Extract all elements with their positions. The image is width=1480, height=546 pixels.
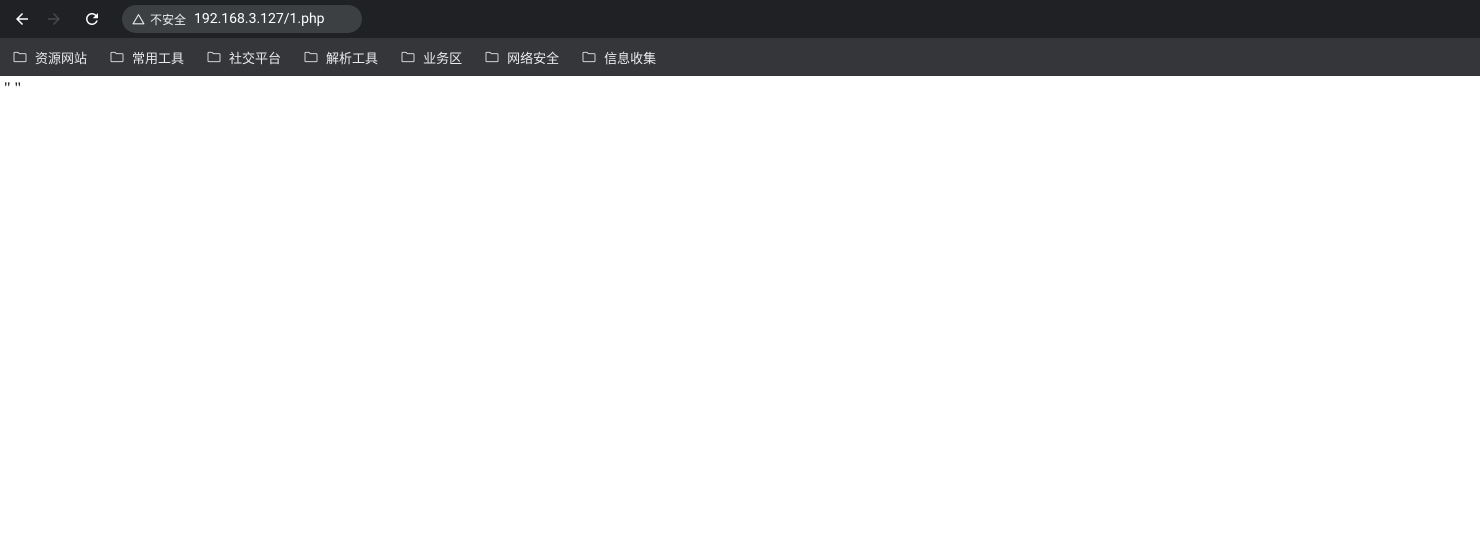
arrow-right-icon <box>45 10 63 28</box>
bookmark-label: 网络安全 <box>507 48 559 67</box>
url-text: 192.168.3.127/1.php <box>194 11 337 27</box>
forward-button[interactable] <box>40 5 68 33</box>
reload-button[interactable] <box>78 5 106 33</box>
bookmark-label: 社交平台 <box>229 48 281 67</box>
folder-icon <box>109 49 125 65</box>
security-indicator[interactable]: 不安全 <box>132 11 186 28</box>
folder-icon <box>400 49 416 65</box>
arrow-left-icon <box>13 10 31 28</box>
address-bar[interactable]: 不安全 192.168.3.127/1.php <box>122 5 362 33</box>
bookmark-folder-resources[interactable]: 资源网站 <box>10 44 89 71</box>
folder-icon <box>12 49 28 65</box>
bookmark-label: 常用工具 <box>132 48 184 67</box>
reload-icon <box>83 10 101 28</box>
bookmark-folder-netsec[interactable]: 网络安全 <box>482 44 561 71</box>
folder-icon <box>303 49 319 65</box>
bookmark-folder-business[interactable]: 业务区 <box>398 44 464 71</box>
bookmarks-bar: 资源网站 常用工具 社交平台 解析工具 业务区 网络安全 信息收集 <box>0 38 1480 76</box>
folder-icon <box>581 49 597 65</box>
folder-icon <box>206 49 222 65</box>
warning-triangle-icon <box>132 13 145 26</box>
back-button[interactable] <box>8 5 36 33</box>
bookmark-label: 资源网站 <box>35 48 87 67</box>
security-label: 不安全 <box>150 11 186 28</box>
bookmark-label: 信息收集 <box>604 48 656 67</box>
folder-icon <box>484 49 500 65</box>
bookmark-folder-tools[interactable]: 常用工具 <box>107 44 186 71</box>
bookmark-label: 业务区 <box>423 48 462 67</box>
page-body-text: " " <box>4 80 21 97</box>
bookmark-label: 解析工具 <box>326 48 378 67</box>
browser-toolbar: 不安全 192.168.3.127/1.php <box>0 0 1480 38</box>
bookmark-folder-infogather[interactable]: 信息收集 <box>579 44 658 71</box>
page-content: " " <box>0 76 1480 102</box>
bookmark-folder-social[interactable]: 社交平台 <box>204 44 283 71</box>
bookmark-folder-parse[interactable]: 解析工具 <box>301 44 380 71</box>
